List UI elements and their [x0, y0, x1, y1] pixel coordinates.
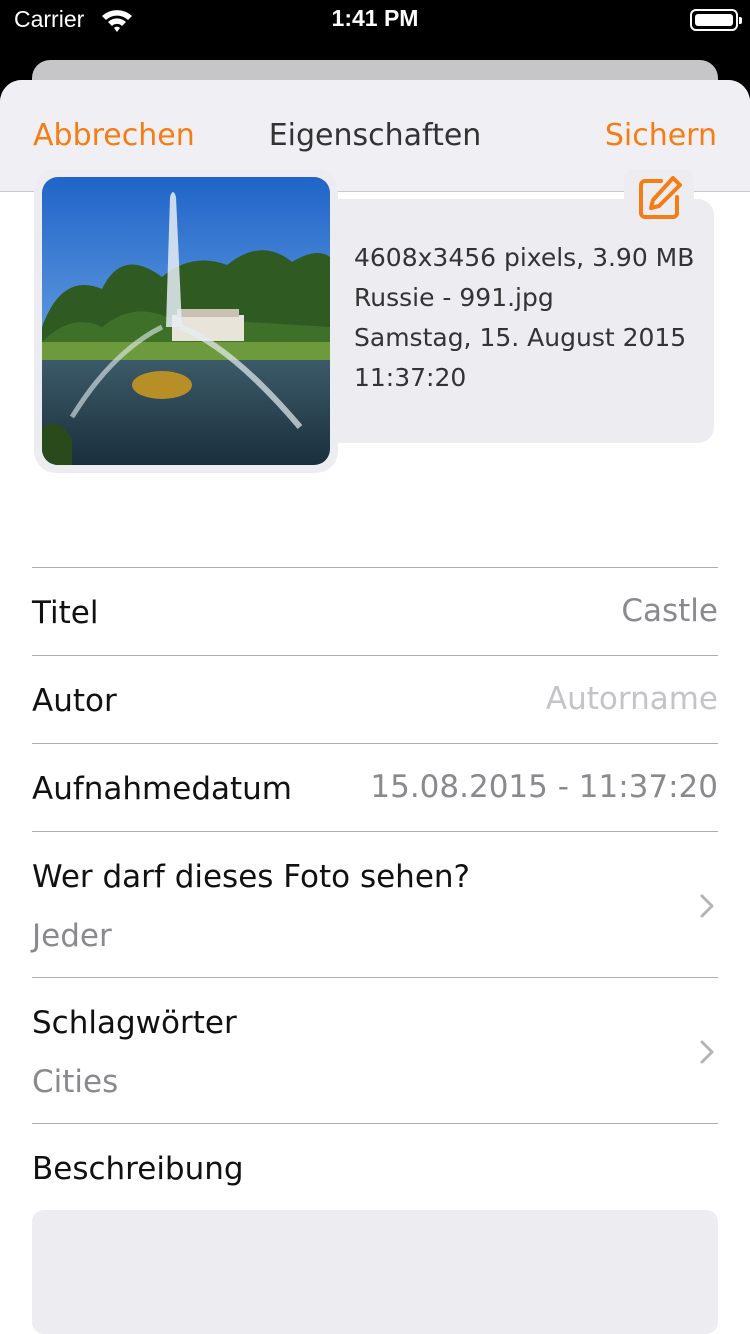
- author-label: Autor: [32, 683, 117, 719]
- photo-time: 11:37:20: [354, 363, 467, 392]
- status-bar: Carrier 1:41 PM: [0, 0, 750, 40]
- description-label: Beschreibung: [32, 1151, 244, 1187]
- tags-value: Cities: [32, 1064, 119, 1100]
- photo-filename: Russie - 991.jpg: [354, 283, 554, 312]
- clock: 1:41 PM: [331, 5, 419, 31]
- author-row[interactable]: Autor Autorname: [32, 655, 718, 743]
- photo-date: Samstag, 15. August 2015: [354, 323, 687, 352]
- capture-date-field[interactable]: 15.08.2015 - 11:37:20: [370, 769, 718, 805]
- description-field[interactable]: [32, 1210, 718, 1334]
- tags-row[interactable]: Schlagwörter Cities: [32, 977, 718, 1123]
- photo-thumbnail[interactable]: [42, 177, 330, 465]
- visibility-value: Jeder: [32, 918, 112, 954]
- title-label: Titel: [32, 595, 99, 631]
- chevron-right-icon[interactable]: [700, 894, 714, 918]
- tags-label: Schlagwörter: [32, 1005, 237, 1041]
- capture-date-row[interactable]: Aufnahmedatum 15.08.2015 - 11:37:20: [32, 743, 718, 831]
- photo-dimensions-size: 4608x3456 pixels, 3.90 MB: [354, 243, 695, 272]
- save-button[interactable]: Sichern: [605, 118, 717, 153]
- chevron-right-icon[interactable]: [700, 1040, 714, 1064]
- visibility-label: Wer darf dieses Foto sehen?: [32, 859, 470, 895]
- author-field[interactable]: Autorname: [546, 681, 718, 717]
- description-row: Beschreibung: [32, 1123, 718, 1203]
- title-field[interactable]: Castle: [621, 593, 718, 629]
- edit-icon[interactable]: [637, 175, 683, 221]
- visibility-row[interactable]: Wer darf dieses Foto sehen? Jeder: [32, 831, 718, 977]
- title-row[interactable]: Titel Castle: [32, 567, 718, 655]
- battery-icon: [690, 9, 742, 31]
- capture-date-label: Aufnahmedatum: [32, 771, 293, 807]
- photo-metadata: 4608x3456 pixels, 3.90 MB Russie - 991.j…: [354, 238, 694, 398]
